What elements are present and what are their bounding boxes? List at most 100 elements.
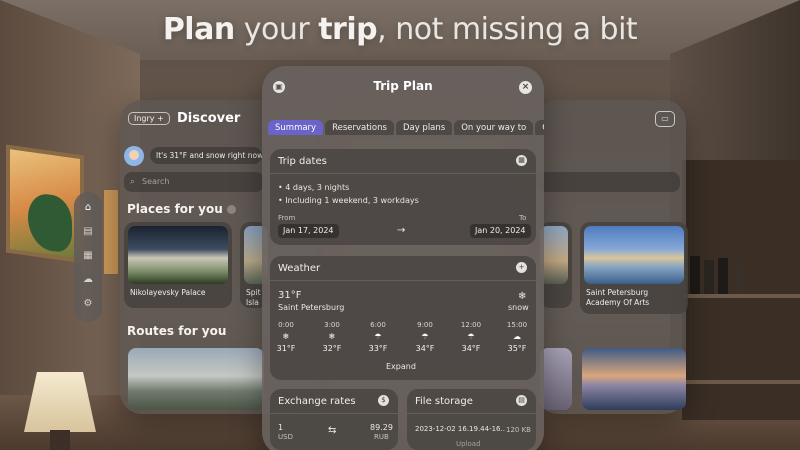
hour-temp: 34°F (415, 344, 435, 353)
hour-temp: 34°F (461, 344, 481, 353)
divider (407, 413, 536, 414)
close-icon[interactable]: × (519, 81, 532, 94)
painting-leaf (28, 191, 72, 254)
hour-forecast: 6:00 ☂ 33°F (358, 321, 398, 353)
rain-icon: ☂ (374, 332, 382, 341)
file-storage-card: File storage ▤ 2023-12-02 16.19.44-16...… (407, 389, 536, 450)
place-image (128, 226, 228, 284)
current-temp: 31°F (278, 290, 302, 301)
exchange-header: Exchange rates (278, 396, 356, 407)
tab-more[interactable]: C (535, 120, 544, 135)
plan-tag[interactable]: Ingry + (128, 112, 170, 125)
rain-icon: ☂ (467, 332, 475, 341)
add-icon[interactable]: + (516, 262, 527, 273)
place-label: Nikolayevsky Palace (130, 288, 206, 297)
to-label: To (519, 214, 527, 222)
headline: Plan your trip, not missing a bit (0, 12, 800, 47)
headline-text: your (234, 12, 319, 47)
hour-time: 3:00 (324, 321, 340, 329)
hour-time: 0:00 (278, 321, 294, 329)
divider (270, 413, 398, 414)
swap-icon[interactable]: ⇆ (328, 425, 336, 436)
book (704, 260, 714, 294)
search-icon: ⌕ (130, 177, 136, 187)
hour-temp: 31°F (276, 344, 296, 353)
dollar-icon[interactable]: $ (378, 395, 389, 406)
right-search-bar[interactable] (536, 172, 680, 192)
discover-title: Discover (177, 111, 241, 126)
weather-header: Weather (278, 263, 321, 274)
place-card-partial[interactable] (540, 222, 572, 308)
place-image (540, 226, 568, 284)
tab-summary[interactable]: Summary (268, 120, 324, 135)
route-image[interactable] (540, 348, 572, 410)
lamp-base (50, 430, 70, 450)
headline-strong-plan: Plan (162, 12, 235, 47)
trip-plan-title: Trip Plan (373, 79, 433, 93)
place-card-academy[interactable]: Saint Petersburg Academy Of Arts (580, 222, 688, 314)
route-image[interactable] (582, 348, 686, 410)
headline-strong-trip: trip (318, 12, 378, 47)
search-input[interactable]: ⌕ Search (124, 172, 264, 192)
hour-forecast: 0:00 ❄ 31°F (266, 321, 306, 353)
trip-tabs: Summary Reservations Day plans On your way … (268, 115, 544, 135)
nav-rail: ⌂ ▤ ▦ ☁ ⚙ (74, 192, 102, 322)
avatar[interactable] (124, 146, 144, 166)
routes-title: Routes for you (127, 324, 227, 338)
chat-icon[interactable]: ☁ (80, 272, 96, 288)
weather-card: Weather + 31°F Saint Petersburg ❄ snow 0… (270, 256, 536, 380)
file-size: 120 KB (506, 426, 531, 434)
shelf-board (682, 380, 800, 384)
clipboard-icon[interactable]: ▦ (80, 248, 96, 264)
to-amount: 89.29 (370, 423, 393, 432)
info-icon[interactable] (226, 205, 236, 214)
from-label: From (278, 214, 296, 222)
hour-forecast: 12:00 ☂ 34°F (451, 321, 491, 353)
folder-icon[interactable]: ▤ (516, 395, 527, 406)
weather-bubble: It's 31°F and snow right now (150, 147, 262, 164)
trip-dates-card: Trip dates ▦ • 4 days, 3 nights • Includ… (270, 149, 536, 245)
tab-on-your-way[interactable]: On your way to (454, 120, 534, 135)
hour-time: 9:00 (417, 321, 433, 329)
home-icon[interactable]: ⌂ (80, 200, 96, 216)
from-amount: 1 (278, 423, 284, 432)
hour-forecast: 3:00 ❄ 32°F (312, 321, 352, 353)
snow-icon: ❄ (328, 332, 336, 341)
file-name[interactable]: 2023-12-02 16.19.44-16... (415, 425, 505, 433)
rain-icon: ☂ (421, 332, 429, 341)
calendar-icon[interactable]: ▦ (516, 155, 527, 166)
exchange-rates-card: Exchange rates $ 1 USD ⇆ 89.29 RUB (270, 389, 398, 450)
book (690, 256, 700, 294)
bag-icon[interactable]: ▭ (655, 111, 675, 127)
wall-painting (6, 144, 84, 264)
from-date[interactable]: Jan 17, 2024 (278, 224, 339, 238)
arrow-right-icon: → (397, 225, 406, 236)
weather-condition: snow (508, 303, 529, 312)
tab-day-plans[interactable]: Day plans (395, 120, 453, 135)
snow-icon: ❄ (518, 291, 527, 302)
hour-temp: 32°F (322, 344, 342, 353)
file-storage-header: File storage (415, 396, 473, 407)
place-label: Spit Isla (246, 288, 261, 307)
places-title-text: Places for you (127, 202, 223, 216)
hour-time: 15:00 (506, 321, 528, 329)
cloud-icon: ☁ (513, 332, 521, 341)
snow-icon: ❄ (282, 332, 290, 341)
expand-button[interactable]: Expand (386, 362, 416, 371)
to-date[interactable]: Jan 20, 2024 (470, 224, 531, 238)
book (718, 258, 728, 294)
tab-reservations[interactable]: Reservations (325, 120, 394, 135)
hour-temp: 35°F (507, 344, 527, 353)
trip-dates-header: Trip dates (278, 156, 327, 167)
hour-time: 6:00 (370, 321, 386, 329)
from-currency: USD (278, 433, 293, 441)
place-card-nikolayevsky[interactable]: Nikolayevsky Palace (124, 222, 232, 308)
headline-text: , not missing a bit (377, 12, 638, 47)
map-icon[interactable]: ▤ (80, 224, 96, 240)
route-image[interactable] (128, 348, 264, 410)
search-placeholder: Search (142, 177, 170, 186)
gear-icon[interactable]: ⚙ (80, 296, 96, 312)
to-currency: RUB (374, 433, 389, 441)
hour-forecast: 9:00 ☂ 34°F (405, 321, 445, 353)
upload-button[interactable]: Upload (456, 440, 481, 448)
